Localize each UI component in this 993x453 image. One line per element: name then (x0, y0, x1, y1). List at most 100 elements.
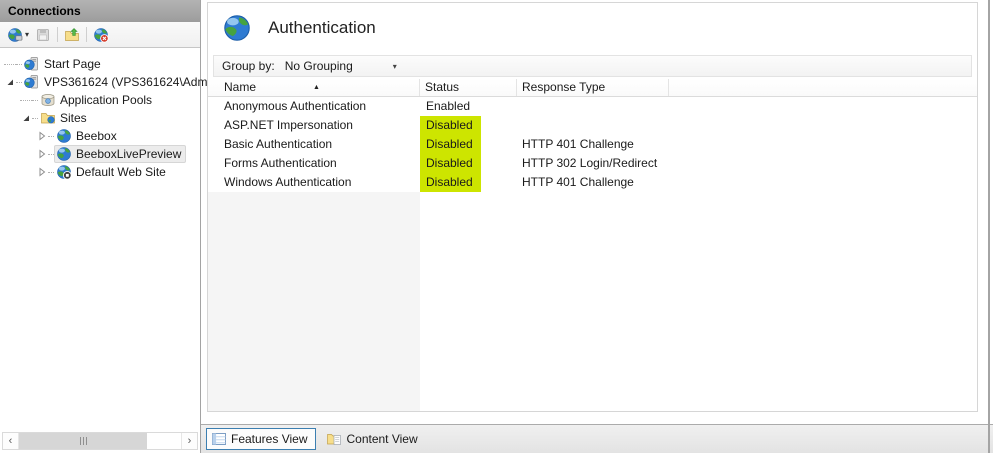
server-globe-icon (24, 56, 40, 72)
tree-item-beebox[interactable]: Beebox (0, 127, 200, 145)
column-label: Name (224, 80, 256, 94)
table-row-basic-authentication[interactable]: Basic AuthenticationDisabled HTTP 401 Cha… (208, 135, 977, 154)
expand-icon[interactable] (36, 148, 48, 160)
horizontal-scrollbar[interactable]: ‹ › (2, 432, 198, 450)
list-header: Name ▲ Status Response Type (208, 79, 977, 97)
column-label: Status (425, 80, 459, 94)
cell-status: Disabled (420, 154, 517, 173)
group-by-label: Group by: (222, 59, 275, 73)
tree-item-application-pools[interactable]: Application Pools (0, 91, 200, 109)
column-header-response-type[interactable]: Response Type (517, 79, 669, 96)
scroll-right-button[interactable]: › (181, 433, 197, 449)
group-by-value: No Grouping (285, 59, 353, 73)
tab-features-view[interactable]: Features View (206, 428, 316, 450)
tree-item-label: Start Page (44, 57, 101, 71)
group-by-dropdown[interactable]: No Grouping ▾ (275, 59, 397, 73)
tree-item-vps361624-vps361624-admin[interactable]: VPS361624 (VPS361624\Admin (0, 73, 200, 91)
status-badge: Disabled (420, 135, 481, 154)
tree-item-label: Beebox (76, 129, 117, 143)
cell-status: Disabled (420, 135, 517, 154)
scrollbar-grip (86, 437, 87, 445)
chevron-down-icon: ▾ (393, 62, 397, 71)
cell-response-type: HTTP 302 Login/Redirect (517, 154, 669, 173)
table-row-windows-authentication[interactable]: Windows AuthenticationDisabled HTTP 401 C… (208, 173, 977, 192)
feature-title-bar: Authentication (208, 3, 977, 53)
cell-name: Anonymous Authentication (208, 97, 420, 116)
tree-item-label: VPS361624 (VPS361624\Admin (44, 75, 217, 89)
scrollbar-grip (80, 437, 81, 445)
cell-name: ASP.NET Impersonation (208, 116, 420, 135)
name-column-shade (208, 192, 420, 411)
scroll-left-button[interactable]: ‹ (3, 433, 19, 449)
tree-item-start-page[interactable]: Start Page (0, 55, 200, 73)
collapse-icon[interactable] (20, 112, 32, 124)
tree-item-default-web-site[interactable]: Default Web Site (0, 163, 200, 181)
create-connection-button[interactable]: ▾ (4, 25, 32, 45)
view-tabs-bar: Features View Content View (201, 424, 993, 453)
tree-item-label: Default Web Site (76, 165, 166, 179)
tab-label: Features View (231, 432, 307, 446)
browse-up-button[interactable] (61, 25, 83, 45)
scrollbar-thumb[interactable] (19, 433, 147, 449)
app-pools-icon (40, 92, 56, 108)
authentication-list: Anonymous AuthenticationEnabledASP.NET I… (208, 97, 977, 192)
globe-connect-icon (7, 27, 23, 43)
cell-status: Enabled (420, 97, 517, 116)
column-label: Response Type (522, 80, 605, 94)
server-globe-icon (24, 74, 40, 90)
globe-icon (56, 128, 72, 144)
tree-item-beeboxlivepreview[interactable]: BeeboxLivePreview (0, 145, 200, 163)
toolbar-separator (57, 27, 58, 42)
connections-tree: Start Page VPS361624 (VPS361624\Admin Appl… (0, 48, 200, 181)
tree-connector (20, 100, 32, 101)
column-header-status[interactable]: Status (420, 79, 517, 96)
globe-stopped-icon (56, 164, 72, 180)
folder-up-icon (64, 27, 80, 43)
tree-item-label: BeeboxLivePreview (76, 147, 181, 161)
scrollbar-grip (83, 437, 84, 445)
window-right-edge (988, 0, 990, 453)
connections-panel: Connections ▾ Start Page VPS361624 (VPS36… (0, 0, 201, 453)
cell-response-type: HTTP 401 Challenge (517, 173, 669, 192)
cell-status: Disabled (420, 173, 517, 192)
cell-name: Forms Authentication (208, 154, 420, 173)
cell-name: Windows Authentication (208, 173, 420, 192)
status-badge: Disabled (420, 116, 481, 135)
column-header-filler (669, 79, 977, 96)
cell-response-type: HTTP 401 Challenge (517, 135, 669, 154)
cell-response-type (517, 97, 669, 116)
cell-name: Basic Authentication (208, 135, 420, 154)
cell-status: Disabled (420, 116, 517, 135)
cell-response-type (517, 116, 669, 135)
floppy-icon (35, 27, 51, 43)
globe-icon (56, 146, 72, 162)
status-badge: Disabled (420, 154, 481, 173)
globe-delete-icon (93, 27, 109, 43)
connections-panel-title: Connections (0, 0, 200, 22)
save-connections-button[interactable] (32, 25, 54, 45)
remove-connection-button[interactable] (90, 25, 112, 45)
authentication-icon (222, 13, 252, 43)
sort-ascending-icon: ▲ (313, 79, 320, 96)
sites-folder-icon (40, 110, 56, 126)
tree-item-sites[interactable]: Sites (0, 109, 200, 127)
tree-item-label: Application Pools (60, 93, 152, 107)
tree-connector (4, 64, 16, 65)
content-view-icon (326, 431, 342, 447)
tab-label: Content View (346, 432, 417, 446)
expand-icon[interactable] (36, 166, 48, 178)
tree-item-label: Sites (60, 111, 87, 125)
status-badge: Disabled (420, 173, 481, 192)
table-row-forms-authentication[interactable]: Forms AuthenticationDisabled HTTP 302 Log… (208, 154, 977, 173)
collapse-icon[interactable] (4, 76, 16, 88)
expand-icon[interactable] (36, 130, 48, 142)
table-row-asp-net-impersonation[interactable]: ASP.NET ImpersonationDisabled (208, 116, 977, 135)
connections-toolbar: ▾ (0, 22, 200, 48)
page-title: Authentication (268, 18, 376, 38)
group-by-bar: Group by: No Grouping ▾ (213, 55, 972, 77)
tab-content-view[interactable]: Content View (321, 428, 426, 450)
features-view-icon (211, 431, 227, 447)
feature-page: Authentication Group by: No Grouping ▾ N… (207, 2, 978, 412)
column-header-name[interactable]: Name ▲ (208, 79, 420, 96)
table-row-anonymous-authentication[interactable]: Anonymous AuthenticationEnabled (208, 97, 977, 116)
